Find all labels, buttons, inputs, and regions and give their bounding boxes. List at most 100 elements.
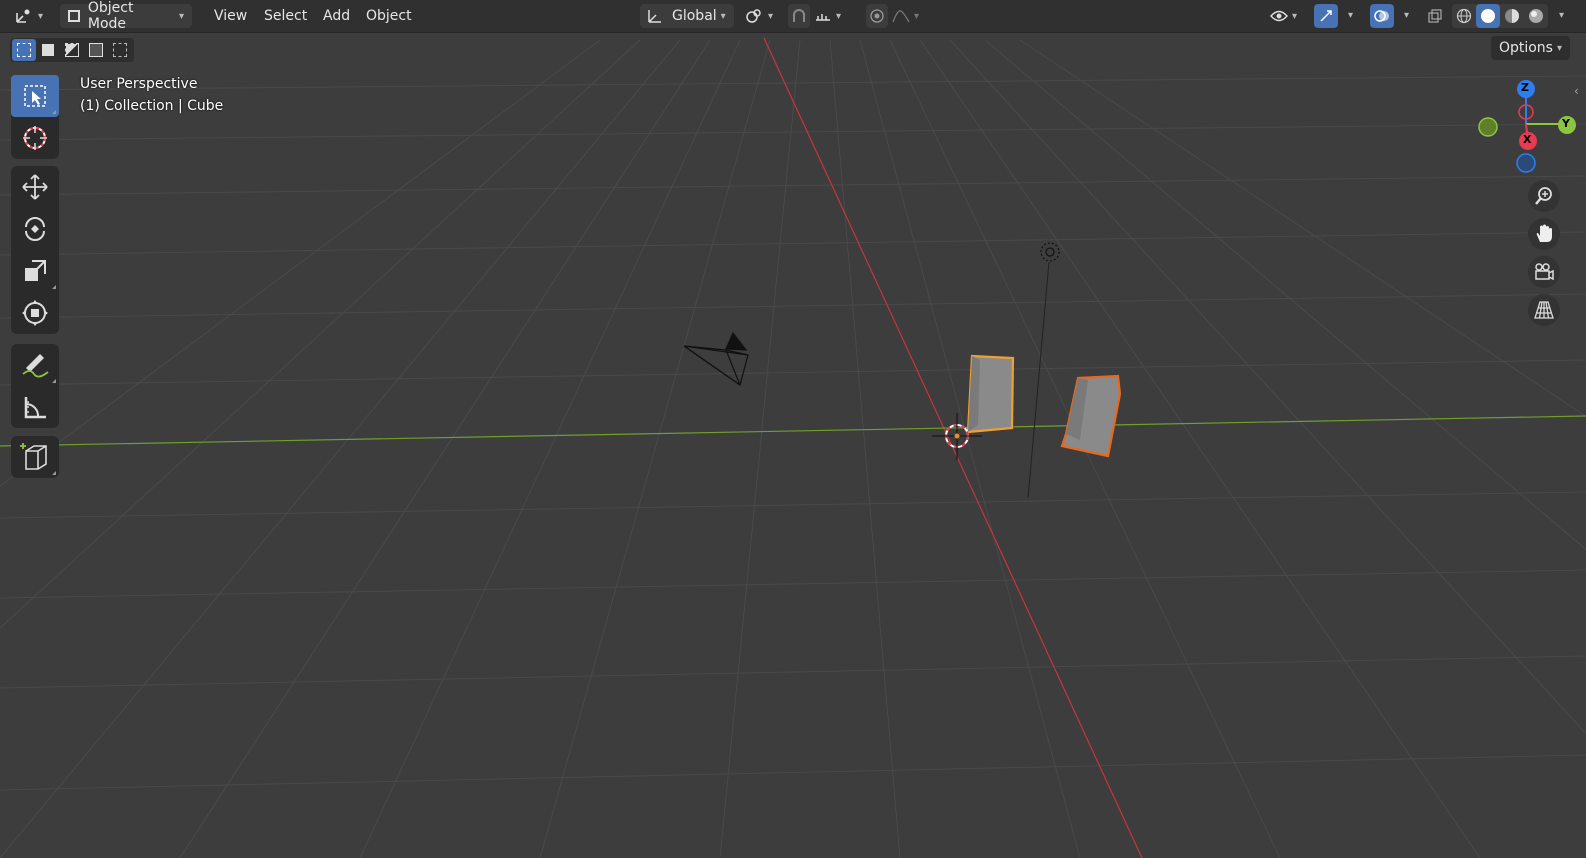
visibility-button[interactable]: ▾ [1270, 4, 1306, 28]
proportional-edit-icon [870, 9, 884, 23]
rendered-sphere-icon [1529, 9, 1543, 23]
chevron-down-icon: ▾ [836, 10, 842, 22]
proportional-editing-toggle[interactable] [866, 4, 888, 28]
chevron-down-icon: ▾ [1292, 10, 1298, 22]
chevron-down-icon: ▾ [1556, 42, 1562, 54]
camera-view-button[interactable] [1528, 256, 1560, 288]
select-subtract-button[interactable] [60, 39, 84, 61]
select-box-tool[interactable] [11, 75, 59, 117]
falloff-curve-icon [892, 10, 910, 23]
measure-tool[interactable] [11, 386, 59, 428]
cursor-tool[interactable] [11, 117, 59, 159]
selection-mode-buttons [10, 38, 134, 62]
select-extend-button[interactable] [36, 39, 60, 61]
menu-select[interactable]: Select [256, 4, 315, 28]
gizmo-x-label: X [1523, 133, 1532, 146]
material-sphere-icon [1505, 9, 1519, 23]
pan-view-button[interactable] [1528, 218, 1560, 250]
options-dropdown[interactable]: Options ▾ [1490, 36, 1570, 60]
camera-icon [1535, 263, 1554, 281]
pivot-point-button[interactable]: ▾ [744, 4, 780, 28]
hand-icon [1536, 224, 1552, 242]
rotate-tool[interactable] [11, 208, 59, 250]
select-box-icon [24, 85, 46, 107]
chevron-down-icon: ▾ [914, 10, 920, 22]
menu-object[interactable]: Object [358, 4, 420, 28]
magnet-icon [793, 9, 805, 22]
editor-type-button[interactable]: ▾ [14, 4, 50, 28]
scale-icon [25, 260, 46, 281]
add-cube-tool[interactable] [11, 436, 59, 478]
scale-tool[interactable] [11, 250, 59, 292]
overlays-toggle[interactable] [1370, 4, 1394, 28]
cube-icon [68, 10, 80, 22]
3d-viewport[interactable] [0, 0, 1586, 858]
gizmo-toggle[interactable] [1314, 4, 1338, 28]
ruler-icon [24, 397, 46, 419]
tool-group-add [11, 436, 59, 478]
pencil-icon [22, 354, 49, 378]
wireframe-sphere-icon [1456, 8, 1472, 24]
options-label: Options [1498, 40, 1553, 56]
transform-tool[interactable] [11, 292, 59, 334]
select-subtract-icon [65, 43, 79, 57]
perspective-grid-icon [1534, 301, 1554, 319]
rendered-shading-button[interactable] [1524, 8, 1548, 24]
select-intersect-button[interactable] [108, 39, 132, 61]
mode-selector[interactable]: Object Mode ▾ [60, 0, 192, 32]
gizmo-z-label: Z [1521, 81, 1529, 94]
chevron-down-icon[interactable]: ▾ [1348, 10, 1353, 21]
move-arrows-icon [22, 174, 48, 200]
wireframe-shading-button[interactable] [1452, 8, 1476, 24]
snap-target-button[interactable]: ▾ [814, 4, 850, 28]
transform-icon [22, 300, 48, 326]
select-intersect-icon [113, 43, 127, 57]
snap-increment-icon [816, 14, 830, 21]
chevron-down-icon: ▾ [178, 10, 184, 22]
menu-view[interactable]: View [206, 4, 255, 28]
blender-3d-viewport-window: Z Y X ▾ Object Mode ▾ View Select Add Ob… [0, 0, 1586, 858]
gizmo-y-label: Y [1562, 117, 1570, 130]
move-tool[interactable] [11, 166, 59, 208]
xray-icon [1428, 9, 1442, 23]
pivot-icon [746, 9, 761, 23]
selected-cube-left[interactable] [966, 354, 1015, 434]
editor-type-icon [16, 9, 30, 23]
zoom-magnifier-icon [1535, 187, 1552, 205]
shading-modes [1452, 4, 1548, 28]
chevron-down-icon: ▾ [38, 10, 44, 22]
transform-orientation-selector[interactable]: Global ▾ [640, 4, 734, 28]
annotate-tool[interactable] [11, 344, 59, 386]
orientation-icon [648, 10, 661, 23]
select-invert-icon [89, 43, 103, 57]
select-extend-icon [42, 44, 54, 56]
snap-toggle[interactable] [788, 4, 810, 28]
collection-object-label: (1) Collection | Cube [80, 98, 224, 114]
tool-group-transform [11, 166, 59, 334]
solid-shading-button[interactable] [1476, 4, 1500, 28]
gizmo-icon [1320, 10, 1332, 22]
zoom-view-button[interactable] [1528, 180, 1560, 212]
sidebar-toggle-arrow-icon[interactable]: ‹ [1574, 84, 1579, 98]
menu-add[interactable]: Add [315, 4, 358, 28]
material-shading-button[interactable] [1500, 8, 1524, 24]
overlays-icon [1374, 10, 1389, 22]
orientation-label: Global [672, 8, 717, 24]
add-cube-icon [20, 443, 47, 470]
xray-toggle[interactable] [1424, 4, 1446, 28]
select-new-button[interactable] [12, 39, 36, 61]
toggle-perspective-button[interactable] [1528, 294, 1560, 326]
select-invert-button[interactable] [84, 39, 108, 61]
solid-sphere-icon [1481, 9, 1495, 23]
mode-label: Object Mode [87, 0, 134, 32]
rotate-icon [25, 217, 45, 241]
tool-group-annotate [11, 344, 59, 428]
cursor-icon [23, 126, 47, 150]
chevron-down-icon[interactable]: ▾ [1559, 10, 1564, 21]
view-name-label: User Perspective [80, 76, 198, 92]
select-new-icon [17, 43, 31, 57]
proportional-falloff-button[interactable]: ▾ [892, 4, 924, 28]
chevron-down-icon[interactable]: ▾ [1404, 10, 1409, 21]
viewport-header: ▾ Object Mode ▾ View Select Add Object G… [0, 0, 1586, 33]
eye-icon [1270, 10, 1288, 22]
